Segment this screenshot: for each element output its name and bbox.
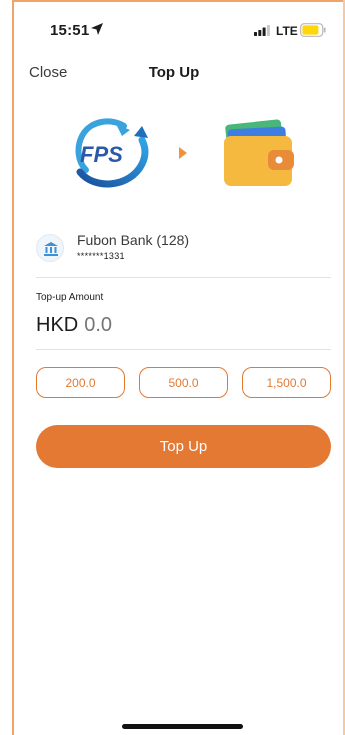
arrow-right-icon [179, 147, 187, 159]
navigation-bar: Close Top Up [14, 58, 334, 84]
battery-icon [300, 23, 326, 37]
bank-account-row[interactable]: Fubon Bank (128) *******1331 [36, 230, 331, 270]
amount-label: Top-up Amount [36, 292, 104, 303]
frame-border-top [12, 0, 345, 2]
frame-border-left [12, 0, 14, 735]
bank-icon [36, 234, 64, 262]
fps-logo-text: FPS [80, 142, 123, 167]
status-bar: 15:51 LTE [14, 18, 334, 44]
bank-name: Fubon Bank (128) [77, 232, 190, 248]
divider [36, 277, 331, 278]
home-indicator[interactable] [122, 724, 243, 729]
top-up-button[interactable]: Top Up [36, 425, 331, 468]
status-time: 15:51 [50, 22, 90, 39]
amount-input[interactable] [84, 314, 285, 337]
preset-amount-button[interactable]: 200.0 [36, 367, 125, 398]
divider [36, 349, 331, 350]
page-title: Top Up [148, 64, 200, 81]
fps-logo-icon: FPS [75, 118, 149, 188]
location-arrow-icon [91, 23, 103, 35]
signal-bars-icon [254, 25, 270, 36]
preset-amount-button[interactable]: 1,500.0 [242, 367, 331, 398]
bank-account-number: *******1331 [77, 251, 125, 261]
network-label: LTE [276, 24, 298, 38]
preset-amount-button[interactable]: 500.0 [139, 367, 228, 398]
amount-field[interactable]: HKD [36, 314, 331, 344]
wallet-icon [224, 119, 294, 186]
currency-label: HKD [36, 314, 79, 336]
